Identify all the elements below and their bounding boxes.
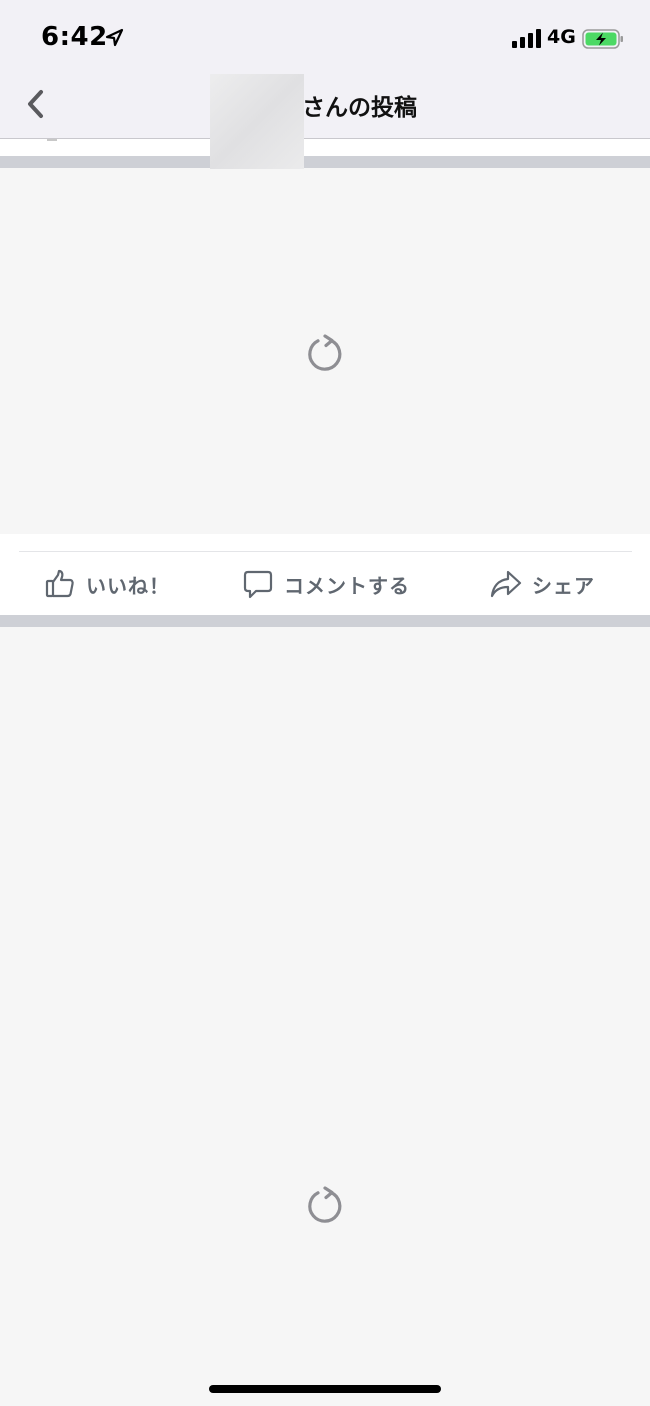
post-header-strip — [0, 139, 650, 156]
share-arrow-icon — [490, 570, 522, 598]
back-button[interactable] — [18, 84, 54, 124]
status-time: 6:42 — [41, 22, 108, 52]
status-bar: 6:42 4G — [0, 0, 650, 74]
reload-spinner-icon — [308, 334, 342, 371]
post-action-bar: いいね！ コメントする シェア — [0, 534, 650, 615]
strip-mark — [47, 139, 57, 141]
section-separator — [0, 156, 650, 168]
comment-button[interactable]: コメントする — [242, 566, 410, 602]
feed-loading — [0, 627, 650, 1406]
cellular-signal-icon — [512, 29, 541, 48]
navigation-bar: さんの投稿 — [0, 74, 650, 139]
author-avatar-placeholder — [210, 74, 304, 169]
post-media-loading — [0, 168, 650, 534]
chevron-left-icon — [28, 90, 43, 118]
reload-spinner-icon — [308, 1186, 342, 1223]
share-button[interactable]: シェア — [490, 566, 595, 602]
network-type: 4G — [547, 26, 576, 48]
section-separator — [0, 615, 650, 627]
location-arrow-icon — [105, 28, 124, 47]
comment-label: コメントする — [284, 573, 410, 598]
like-button[interactable]: いいね！ — [44, 566, 170, 602]
thumbs-up-icon — [45, 569, 74, 598]
action-divider — [19, 551, 632, 552]
like-label: いいね！ — [86, 573, 170, 598]
share-label: シェア — [532, 573, 595, 598]
home-indicator[interactable] — [209, 1385, 441, 1393]
page-title: さんの投稿 — [302, 95, 417, 121]
speech-bubble-icon — [243, 570, 273, 599]
battery-charging-icon — [582, 29, 623, 49]
